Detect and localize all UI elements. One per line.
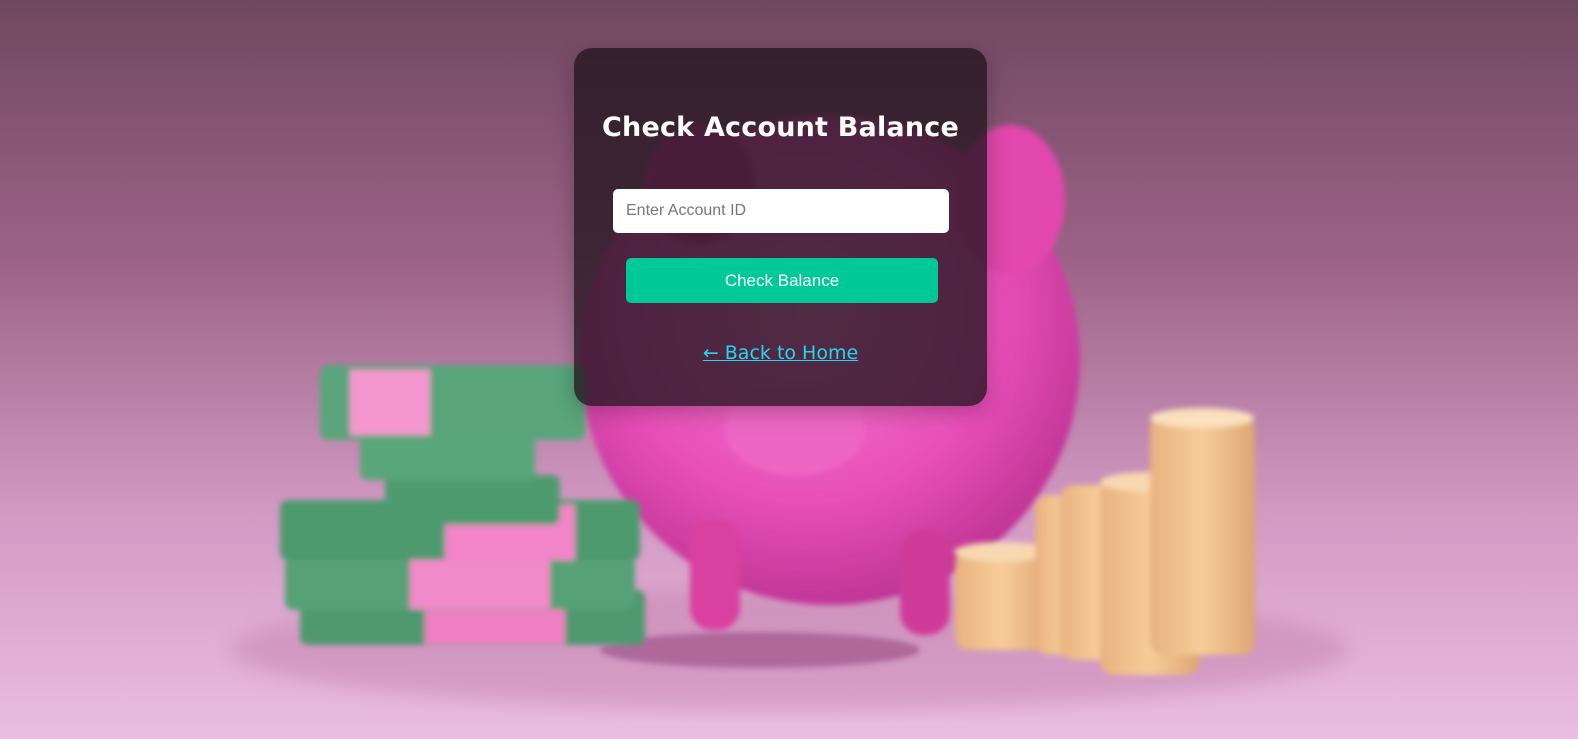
account-id-input[interactable] bbox=[613, 189, 949, 233]
balance-card: Check Account Balance Check Balance ← Ba… bbox=[574, 48, 987, 406]
page-title: Check Account Balance bbox=[602, 112, 959, 143]
back-to-home-link[interactable]: ← Back to Home bbox=[574, 342, 987, 364]
check-balance-button[interactable]: Check Balance bbox=[626, 258, 938, 303]
